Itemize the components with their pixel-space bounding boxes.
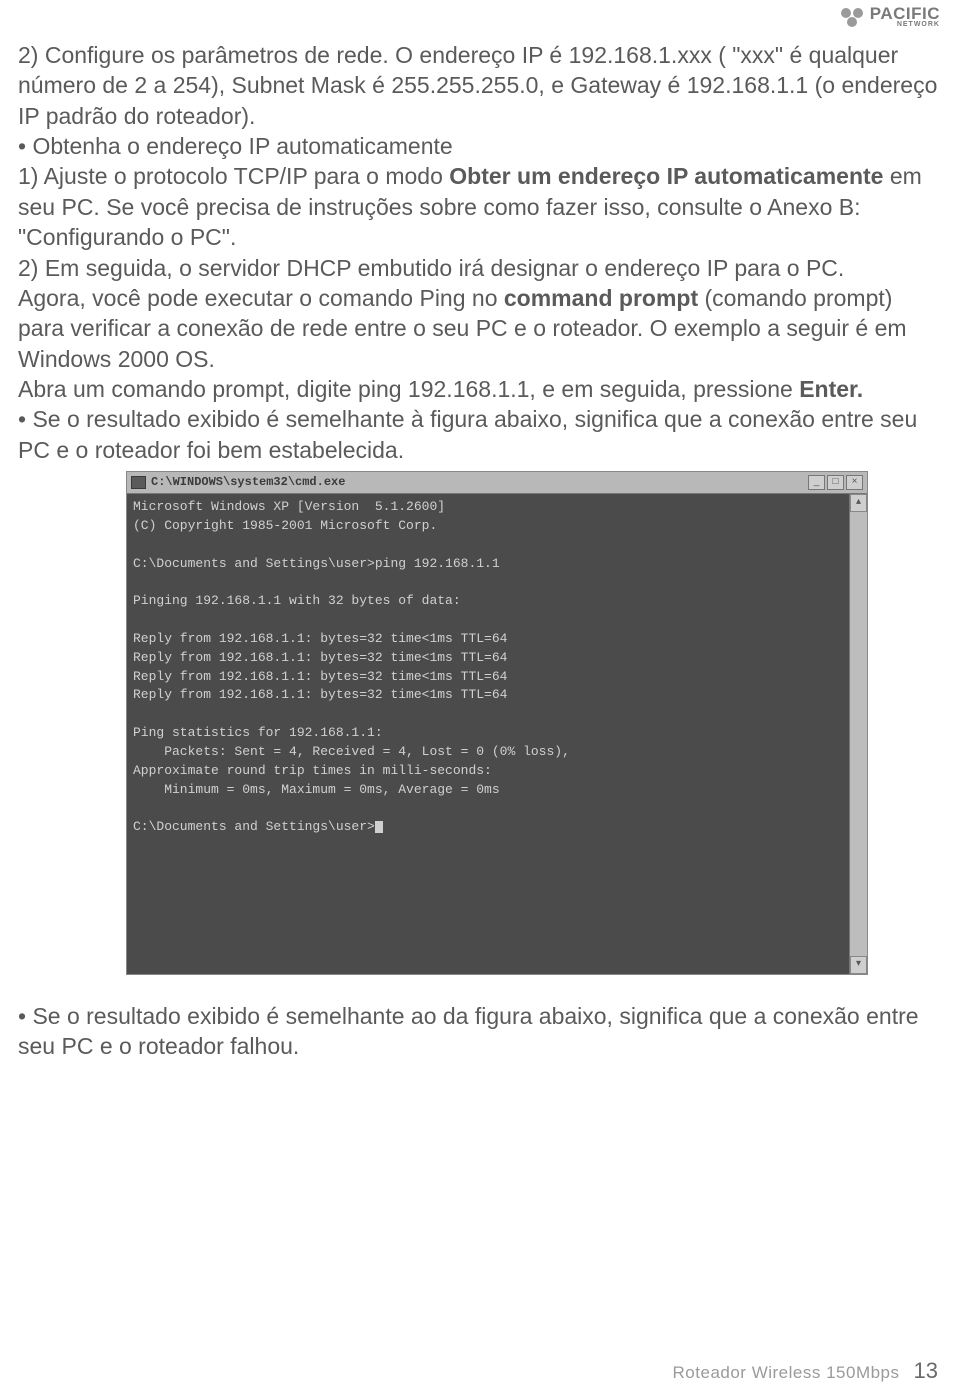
logo-subtitle-text: NETWORK <box>870 22 940 28</box>
logo-brand-text: PACIFIC <box>870 6 940 21</box>
scroll-down-button[interactable]: ▾ <box>850 956 867 974</box>
page-footer: Roteador Wireless 150Mbps 13 <box>673 1358 938 1384</box>
text-ping-a: Agora, você pode executar o comando Ping… <box>18 285 504 311</box>
paragraph-ping-intro: Agora, você pode executar o comando Ping… <box>18 283 942 374</box>
scroll-up-button[interactable]: ▴ <box>850 494 867 512</box>
paragraph-step2: 2) Em seguida, o servidor DHCP embutido … <box>18 253 942 283</box>
minimize-button[interactable]: _ <box>808 475 825 490</box>
cmd-app-icon <box>131 476 146 489</box>
bullet-auto-ip: • Obtenha o endereço IP automaticamente <box>18 131 942 161</box>
cmd-scrollbar[interactable]: ▴ ▾ <box>849 494 867 974</box>
paragraph-config-params: 2) Configure os parâmetros de rede. O en… <box>18 40 942 131</box>
logo-icon <box>838 6 866 28</box>
cmd-titlebar: C:\WINDOWS\system32\cmd.exe _ □ × <box>127 472 867 494</box>
bullet-success: • Se o resultado exibido é semelhante à … <box>18 404 942 465</box>
footer-product-title: Roteador Wireless 150Mbps <box>673 1363 900 1383</box>
text-ping-bold: command prompt <box>504 285 698 311</box>
paragraph-step1: 1) Ajuste o protocolo TCP/IP para o modo… <box>18 161 942 252</box>
close-button[interactable]: × <box>846 475 863 490</box>
text-enter-bold: Enter. <box>799 376 863 402</box>
brand-logo: PACIFIC NETWORK <box>838 6 940 28</box>
paragraph-open-prompt: Abra um comando prompt, digite ping 192.… <box>18 374 942 404</box>
footer-page-number: 13 <box>914 1358 938 1384</box>
cmd-window: C:\WINDOWS\system32\cmd.exe _ □ × Micros… <box>126 471 868 975</box>
text-step1-bold: Obter um endereço IP automaticamente <box>449 163 883 189</box>
text-open-a: Abra um comando prompt, digite ping 192.… <box>18 376 799 402</box>
cmd-output: Microsoft Windows XP [Version 5.1.2600] … <box>127 494 849 974</box>
cmd-title-text: C:\WINDOWS\system32\cmd.exe <box>151 475 808 491</box>
bullet-failure: • Se o resultado exibido é semelhante ao… <box>18 1001 942 1062</box>
maximize-button[interactable]: □ <box>827 475 844 490</box>
text-step1-a: 1) Ajuste o protocolo TCP/IP para o modo <box>18 163 449 189</box>
scroll-track[interactable] <box>850 512 867 956</box>
document-body: 2) Configure os parâmetros de rede. O en… <box>18 40 942 1062</box>
